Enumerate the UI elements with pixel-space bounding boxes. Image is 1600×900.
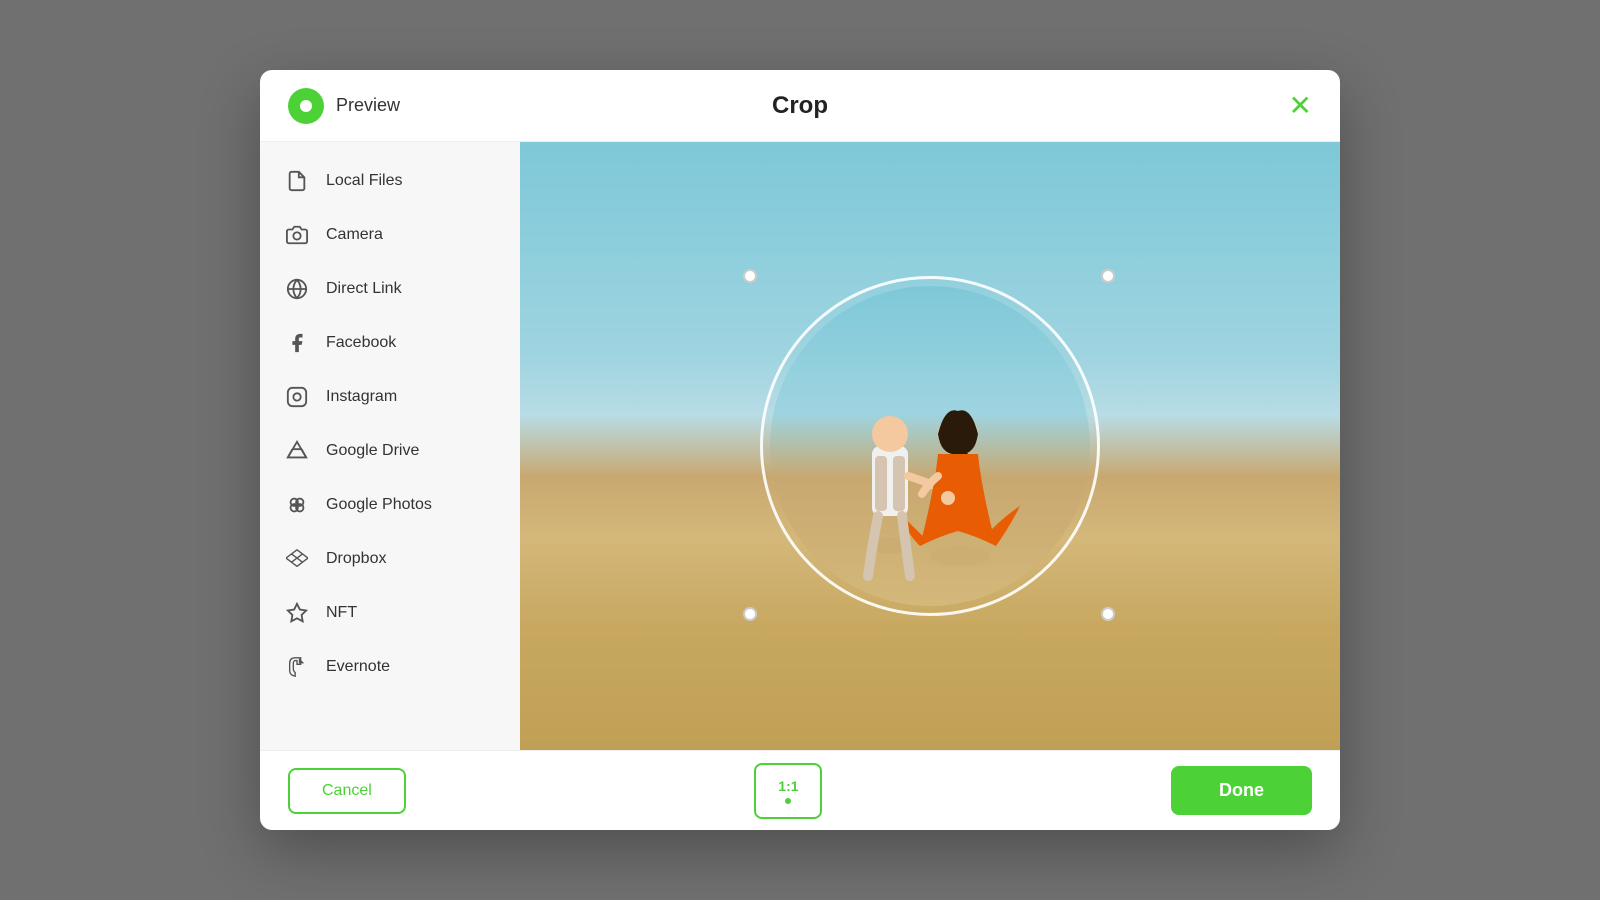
preview-area: Preview — [288, 88, 400, 124]
link-icon — [284, 276, 310, 302]
sidebar-label-local-files: Local Files — [326, 172, 402, 190]
sidebar-label-facebook: Facebook — [326, 334, 396, 352]
modal-header: Preview Crop ✕ — [260, 70, 1340, 142]
ratio-dot — [785, 798, 791, 804]
sidebar-item-nft[interactable]: NFT — [260, 586, 520, 640]
modal-footer: Cancel 1:1 Done — [260, 750, 1340, 830]
sidebar-label-google-drive: Google Drive — [326, 442, 419, 460]
crop-modal: Preview Crop ✕ Local Files — [260, 70, 1340, 830]
modal-title: Crop — [772, 92, 828, 120]
file-icon — [284, 168, 310, 194]
sidebar-label-camera: Camera — [326, 226, 383, 244]
sidebar-item-dropbox[interactable]: Dropbox — [260, 532, 520, 586]
sidebar-item-google-photos[interactable]: Google Photos — [260, 478, 520, 532]
sidebar-label-evernote: Evernote — [326, 658, 390, 676]
preview-label: Preview — [336, 95, 400, 116]
sidebar-item-instagram[interactable]: Instagram — [260, 370, 520, 424]
dropbox-icon — [284, 546, 310, 572]
sidebar-label-dropbox: Dropbox — [326, 550, 386, 568]
handle-bottom-left[interactable] — [743, 607, 757, 621]
sidebar-label-google-photos: Google Photos — [326, 496, 432, 514]
modal-body: Local Files Camera — [260, 142, 1340, 750]
facebook-icon — [284, 330, 310, 356]
nft-icon — [284, 600, 310, 626]
sidebar-item-direct-link[interactable]: Direct Link — [260, 262, 520, 316]
modal-overlay: Preview Crop ✕ Local Files — [0, 0, 1600, 900]
sidebar: Local Files Camera — [260, 142, 520, 750]
preview-dot-icon — [288, 88, 324, 124]
close-button[interactable]: ✕ — [1289, 92, 1312, 120]
crop-area — [520, 142, 1340, 750]
ratio-label: 1:1 — [778, 778, 798, 794]
crop-image-container[interactable] — [520, 142, 1340, 750]
handle-top-right[interactable] — [1101, 269, 1115, 283]
google-photos-icon — [284, 492, 310, 518]
handle-bottom-right[interactable] — [1101, 607, 1115, 621]
sidebar-label-nft: NFT — [326, 604, 357, 622]
done-button[interactable]: Done — [1171, 766, 1312, 815]
instagram-icon — [284, 384, 310, 410]
cancel-button[interactable]: Cancel — [288, 768, 406, 814]
sidebar-label-direct-link: Direct Link — [326, 280, 402, 298]
google-drive-icon — [284, 438, 310, 464]
evernote-icon — [284, 654, 310, 680]
sidebar-item-evernote[interactable]: Evernote — [260, 640, 520, 694]
crop-circle-border — [760, 276, 1100, 616]
sidebar-item-facebook[interactable]: Facebook — [260, 316, 520, 370]
sidebar-item-camera[interactable]: Camera — [260, 208, 520, 262]
sidebar-item-local-files[interactable]: Local Files — [260, 154, 520, 208]
ratio-button[interactable]: 1:1 — [754, 763, 822, 819]
sidebar-label-instagram: Instagram — [326, 388, 397, 406]
handle-top-left[interactable] — [743, 269, 757, 283]
camera-icon — [284, 222, 310, 248]
sidebar-item-google-drive[interactable]: Google Drive — [260, 424, 520, 478]
